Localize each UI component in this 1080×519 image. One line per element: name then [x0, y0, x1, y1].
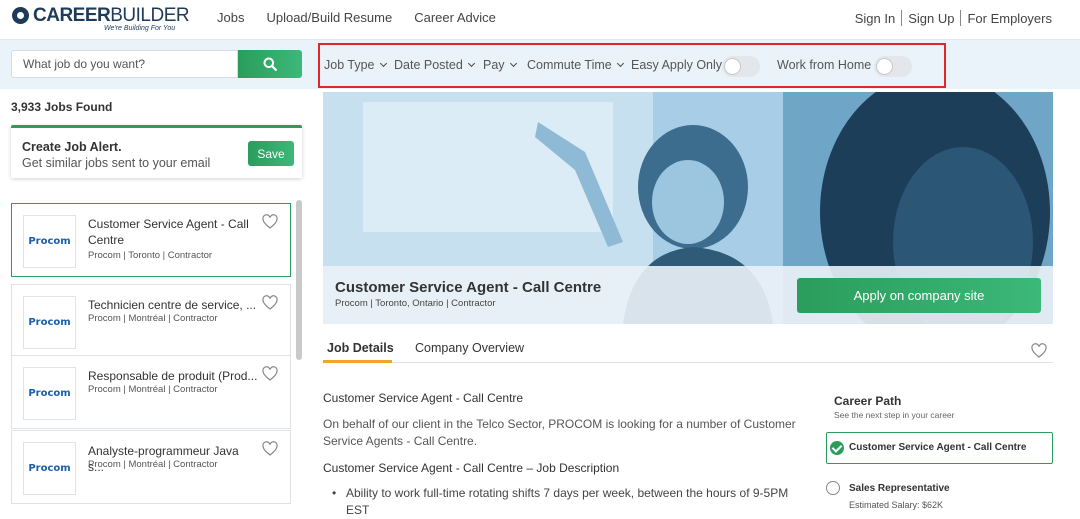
careerbuilder-logo[interactable]: CAREERBUILDER We're Building For You: [12, 5, 190, 37]
detail-tabs: Job Details Company Overview: [323, 334, 1053, 363]
company-logo: Procom: [23, 215, 76, 268]
heart-icon[interactable]: [262, 295, 278, 311]
active-tab-indicator: [323, 360, 392, 363]
chevron-down-icon: [467, 59, 475, 68]
job-card[interactable]: Procom Analyste-programmeur Java s... Pr…: [11, 430, 291, 504]
check-icon: [830, 441, 844, 455]
chevron-down-icon: [616, 59, 624, 68]
job-meta: Procom | Montréal | Contractor: [88, 384, 218, 395]
commute-time-label: Commute Time: [527, 58, 612, 72]
pay-dropdown[interactable]: Pay: [483, 58, 517, 72]
apply-button[interactable]: Apply on company site: [797, 278, 1041, 313]
career-path-current[interactable]: Customer Service Agent - Call Centre: [826, 432, 1053, 464]
description-heading: Customer Service Agent - Call Centre: [323, 391, 524, 405]
job-meta: Procom | Toronto | Contractor: [88, 250, 213, 261]
heart-icon[interactable]: [262, 366, 278, 382]
for-employers-link[interactable]: For Employers: [967, 11, 1052, 26]
job-alert-card: Create Job Alert. Get similar jobs sent …: [11, 125, 302, 178]
sign-in-link[interactable]: Sign In: [855, 11, 895, 26]
nav-career-advice[interactable]: Career Advice: [414, 10, 496, 25]
work-from-home-toggle[interactable]: [874, 56, 912, 77]
divider: [901, 10, 903, 26]
chevron-down-icon: [379, 59, 387, 68]
pay-label: Pay: [483, 58, 505, 72]
easy-apply-toggle[interactable]: [722, 56, 760, 77]
work-from-home-label: Work from Home: [777, 58, 872, 72]
career-path-subtitle: See the next step in your career: [834, 410, 955, 420]
job-list-scrollbar[interactable]: [296, 200, 302, 360]
heart-icon[interactable]: [262, 441, 278, 457]
commute-time-dropdown[interactable]: Commute Time: [527, 58, 624, 72]
job-title: Customer Service Agent - Call Centre: [88, 217, 249, 247]
job-alert-title: Create Job Alert.: [22, 140, 122, 154]
heart-icon[interactable]: [1031, 343, 1047, 359]
job-card[interactable]: Procom Customer Service Agent - Call Cen…: [11, 203, 291, 277]
detail-job-title: Customer Service Agent - Call Centre: [335, 279, 602, 296]
career-path-current-label: Customer Service Agent - Call Centre: [849, 442, 1027, 453]
description-paragraph: On behalf of our client in the Telco Sec…: [323, 417, 796, 448]
company-logo: Procom: [23, 367, 76, 420]
job-card[interactable]: Procom Responsable de produit (Prod... P…: [11, 355, 291, 429]
job-type-dropdown[interactable]: Job Type: [324, 58, 387, 72]
job-alert-subtitle: Get similar jobs sent to your email: [22, 156, 211, 170]
job-title: Responsable de produit (Prod...: [88, 369, 258, 383]
career-path-radio[interactable]: [826, 481, 840, 495]
save-alert-button[interactable]: Save: [248, 141, 294, 166]
job-meta: Procom | Montréal | Contractor: [88, 459, 218, 470]
nav-upload-resume[interactable]: Upload/Build Resume: [266, 10, 392, 25]
job-title: Technicien centre de service, ...: [88, 298, 257, 312]
auth-links: Sign In Sign Up For Employers: [855, 10, 1052, 26]
jobs-found-count: 3,933 Jobs Found: [11, 100, 113, 114]
search-input[interactable]: [11, 50, 238, 78]
description-bullet: Ability to work full-time rotating shift…: [332, 485, 801, 519]
date-posted-label: Date Posted: [394, 58, 463, 72]
top-header: CAREERBUILDER We're Building For You Job…: [0, 0, 1080, 40]
divider: [960, 10, 962, 26]
tab-job-details[interactable]: Job Details: [327, 341, 394, 355]
heart-icon[interactable]: [262, 214, 278, 230]
nav-jobs[interactable]: Jobs: [217, 10, 244, 25]
date-posted-dropdown[interactable]: Date Posted: [394, 58, 475, 72]
main-nav: Jobs Upload/Build Resume Career Advice: [217, 10, 496, 25]
description-subheading: Customer Service Agent - Call Centre – J…: [323, 461, 620, 475]
logo-text-bold: CAREER: [33, 5, 111, 26]
company-logo: Procom: [23, 442, 76, 495]
filter-bar: Job Type Date Posted Pay Commute Time Ea…: [318, 43, 946, 88]
search-button[interactable]: [238, 50, 302, 78]
search-icon: [263, 57, 277, 71]
hero-banner: Customer Service Agent - Call Centre Pro…: [323, 92, 1053, 324]
easy-apply-label: Easy Apply Only: [631, 58, 723, 72]
sign-up-link[interactable]: Sign Up: [908, 11, 954, 26]
career-path-next: Sales Representative: [849, 483, 950, 494]
job-meta: Procom | Montréal | Contractor: [88, 313, 218, 324]
detail-job-meta: Procom | Toronto, Ontario | Contractor: [335, 298, 496, 309]
tab-company-overview[interactable]: Company Overview: [415, 341, 524, 355]
logo-text-regular: BUILDER: [110, 5, 190, 26]
career-path-title: Career Path: [834, 394, 902, 408]
chevron-down-icon: [509, 59, 517, 68]
job-type-label: Job Type: [324, 58, 375, 72]
logo-mark-icon: [12, 7, 29, 24]
job-card[interactable]: Procom Technicien centre de service, ...…: [11, 284, 291, 358]
career-path-salary: Estimated Salary: $62K: [849, 500, 944, 510]
company-logo: Procom: [23, 296, 76, 349]
logo-tagline: We're Building For You: [104, 25, 176, 32]
